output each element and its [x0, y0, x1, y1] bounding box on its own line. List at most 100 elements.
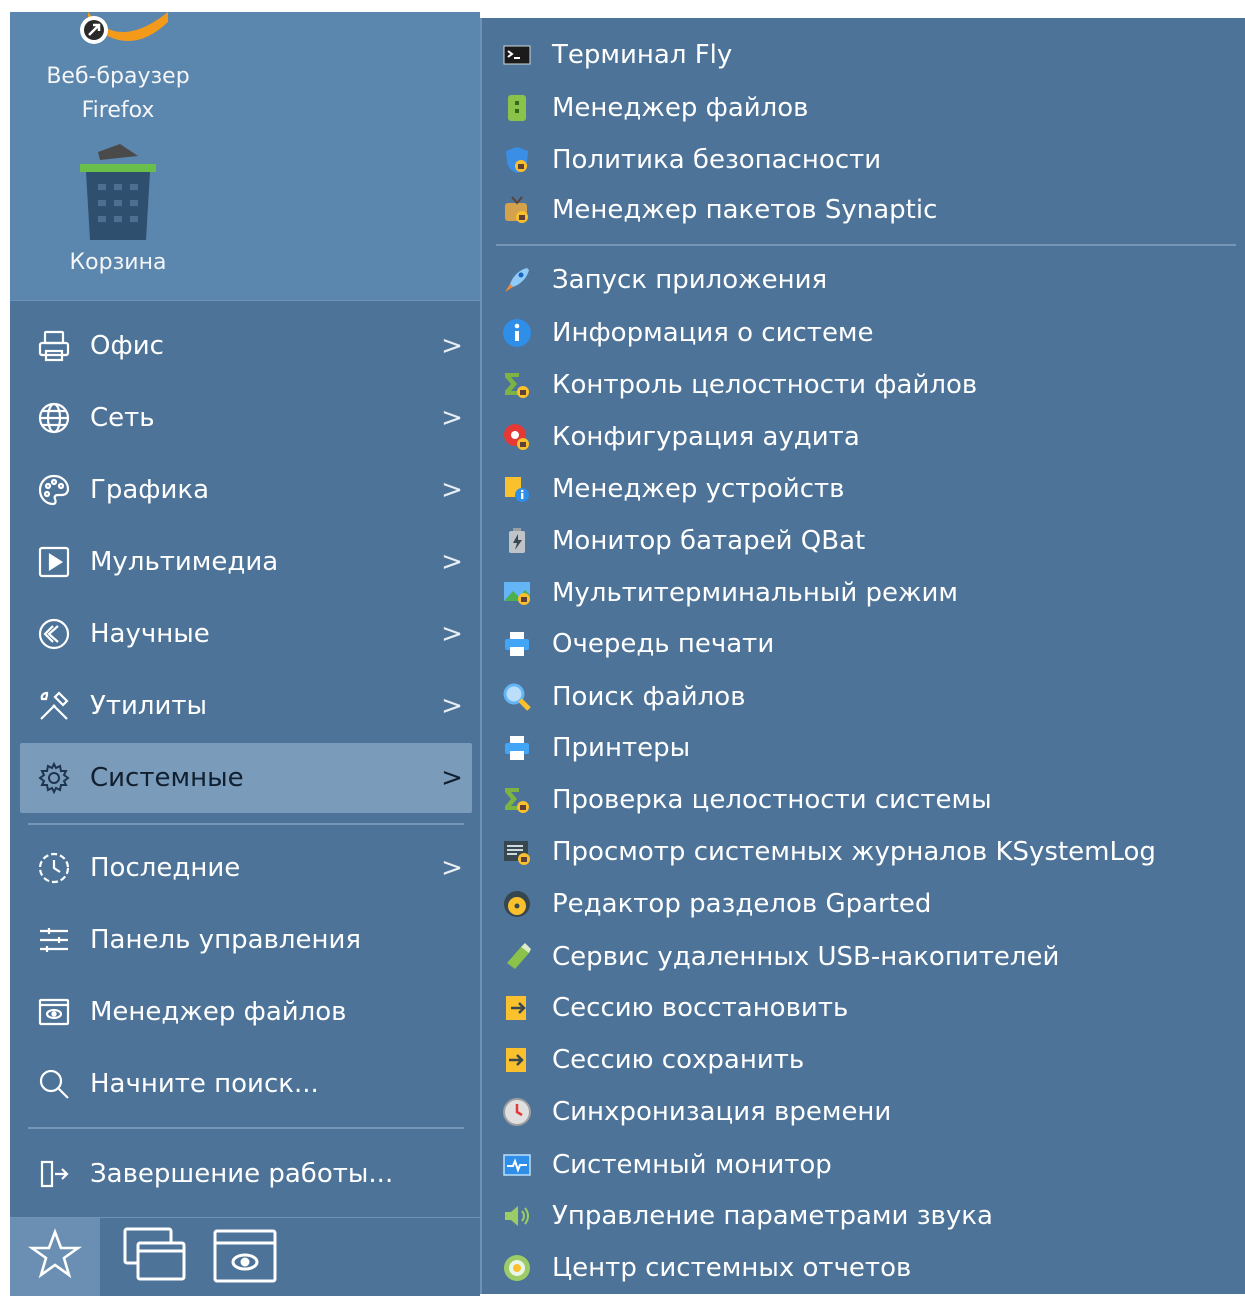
recent-icon [34, 848, 74, 888]
submenu-item-synaptic[interactable]: Менеджер пакетов Synaptic [500, 185, 937, 235]
menu-item-file-manager[interactable]: Менеджер файлов [20, 977, 472, 1047]
submenu-item-remote-usb[interactable]: Сервис удаленных USB-накопителей [500, 932, 1059, 982]
tools-icon [34, 686, 74, 726]
submenu-item-label: Просмотр системных журналов KSystemLog [552, 837, 1156, 867]
play-icon [34, 542, 74, 582]
globe-icon [34, 398, 74, 438]
reports-center-icon [500, 1251, 534, 1285]
synaptic-icon [500, 193, 534, 227]
sliders-icon [34, 920, 74, 960]
submenu-item-label: Управление параметрами звука [552, 1201, 993, 1231]
submenu-item-app-launch[interactable]: Запуск приложения [500, 255, 827, 305]
menu-item-label: Графика [90, 475, 210, 505]
menu-item-label: Офис [90, 331, 164, 361]
menu-item-label: Завершение работы... [90, 1159, 394, 1189]
science-icon [34, 614, 74, 654]
submenu-item-sound-settings[interactable]: Управление параметрами звука [500, 1191, 993, 1241]
security-policy-icon [500, 143, 534, 177]
palette-icon [34, 470, 74, 510]
menu-item-label: Мультимедиа [90, 547, 279, 577]
menu-item-shutdown[interactable]: Завершение работы... [20, 1139, 472, 1209]
menu-item-label: Утилиты [90, 691, 208, 721]
submenu-item-label: Конфигурация аудита [552, 422, 860, 452]
submenu-item-label: Проверка целостности системы [552, 785, 992, 815]
submenu-item-time-sync[interactable]: Синхронизация времени [500, 1087, 891, 1137]
submenu-item-label: Контроль целостности файлов [552, 370, 978, 400]
menu-item-control-panel[interactable]: Панель управления [20, 905, 472, 975]
menu-category-utilities[interactable]: Утилиты > [20, 671, 472, 741]
chevron-right-icon: > [441, 853, 463, 883]
audit-config-icon [500, 420, 534, 454]
file-integrity-icon [500, 368, 534, 402]
submenu-item-label: Терминал Fly [552, 40, 733, 70]
submenu-item-label: Информация о системе [552, 318, 874, 348]
submenu-item-reports-center[interactable]: Центр системных отчетов [500, 1243, 911, 1293]
chevron-right-icon: > [441, 331, 463, 361]
battery-icon [500, 524, 534, 558]
device-manager-icon [500, 472, 534, 506]
time-sync-icon [500, 1095, 534, 1129]
chevron-right-icon: > [441, 691, 463, 721]
submenu-item-multiterminal[interactable]: Мультитерминальный режим [500, 568, 958, 618]
submenu-item-audit-config[interactable]: Конфигурация аудита [500, 412, 860, 462]
submenu-item-security-policy[interactable]: Политика безопасности [500, 135, 881, 185]
chevron-right-icon: > [441, 475, 463, 505]
submenu-item-label: Системный монитор [552, 1150, 832, 1180]
multiterminal-icon [500, 576, 534, 610]
submenu-item-file-search[interactable]: Поиск файлов [500, 672, 746, 722]
submenu-item-gparted[interactable]: Редактор разделов Gparted [500, 879, 931, 929]
menu-category-multimedia[interactable]: Мультимедиа > [20, 527, 472, 597]
terminal-icon [500, 38, 534, 72]
session-save-icon [500, 1043, 534, 1077]
desktop-icon-label: Веб-браузер [46, 64, 190, 89]
desktop-icon-label: Firefox [81, 98, 155, 123]
windows-button[interactable] [110, 1218, 200, 1296]
submenu-item-session-save[interactable]: Сессию сохранить [500, 1035, 804, 1085]
submenu-item-label: Сессию сохранить [552, 1045, 805, 1075]
menu-item-recent[interactable]: Последние > [20, 833, 472, 903]
menu-item-label: Сеть [90, 403, 155, 433]
submenu-item-label: Синхронизация времени [552, 1097, 892, 1127]
submenu-item-ksystemlog[interactable]: Просмотр системных журналов KSystemLog [500, 827, 1156, 877]
desktop-icon-trash[interactable]: Корзина [18, 142, 218, 280]
submenu-item-label: Менеджер устройств [552, 474, 845, 504]
rocket-icon [500, 263, 534, 297]
desktop-area: Веб-браузер Firefox Корзина [10, 12, 480, 302]
start-menu: Офис > Сеть > Графика > Мультимедиа > На… [10, 300, 480, 1296]
submenu-item-file-integrity[interactable]: Контроль целостности файлов [500, 360, 977, 410]
submenu-item-label: Мультитерминальный режим [552, 578, 958, 608]
submenu-item-file-manager[interactable]: Менеджер файлов [500, 83, 809, 133]
file-manager-button[interactable] [200, 1218, 290, 1296]
submenu-item-label: Очередь печати [552, 629, 775, 659]
submenu-item-terminal-fly[interactable]: Терминал Fly [500, 30, 732, 80]
submenu-item-system-monitor[interactable]: Системный монитор [500, 1140, 832, 1190]
file-search-icon [500, 680, 534, 714]
menu-item-label: Панель управления [90, 925, 361, 955]
menu-category-office[interactable]: Офис > [20, 311, 472, 381]
desktop-icon-firefox[interactable]: Веб-браузер Firefox [18, 12, 218, 128]
submenu-item-session-restore[interactable]: Сессию восстановить [500, 983, 848, 1033]
submenu-item-printers[interactable]: Принтеры [500, 723, 690, 773]
system-monitor-icon [500, 1148, 534, 1182]
menu-category-network[interactable]: Сеть > [20, 383, 472, 453]
menu-category-system[interactable]: Системные > [20, 743, 472, 813]
menu-item-label: Начните поиск... [90, 1069, 319, 1099]
logout-icon [34, 1154, 74, 1194]
system-integrity-icon [500, 783, 534, 817]
menu-item-search[interactable]: Начните поиск... [20, 1049, 472, 1119]
submenu-item-print-queue[interactable]: Очередь печати [500, 619, 774, 669]
menu-category-science[interactable]: Научные > [20, 599, 472, 669]
system-submenu: Терминал Fly Менеджер файлов Политика бе… [480, 18, 1245, 1294]
submenu-item-system-info[interactable]: Информация о системе [500, 308, 874, 358]
printers-icon [500, 731, 534, 765]
favorites-button[interactable] [10, 1218, 100, 1296]
submenu-item-system-integrity[interactable]: Проверка целостности системы [500, 775, 992, 825]
start-menu-bottom-bar [10, 1217, 480, 1296]
submenu-item-label: Запуск приложения [552, 265, 828, 295]
chevron-right-icon: > [441, 619, 463, 649]
search-icon [34, 1064, 74, 1104]
submenu-item-device-manager[interactable]: Менеджер устройств [500, 464, 845, 514]
chevron-right-icon: > [441, 403, 463, 433]
menu-category-graphics[interactable]: Графика > [20, 455, 472, 525]
submenu-item-battery-monitor[interactable]: Монитор батарей QBat [500, 516, 865, 566]
